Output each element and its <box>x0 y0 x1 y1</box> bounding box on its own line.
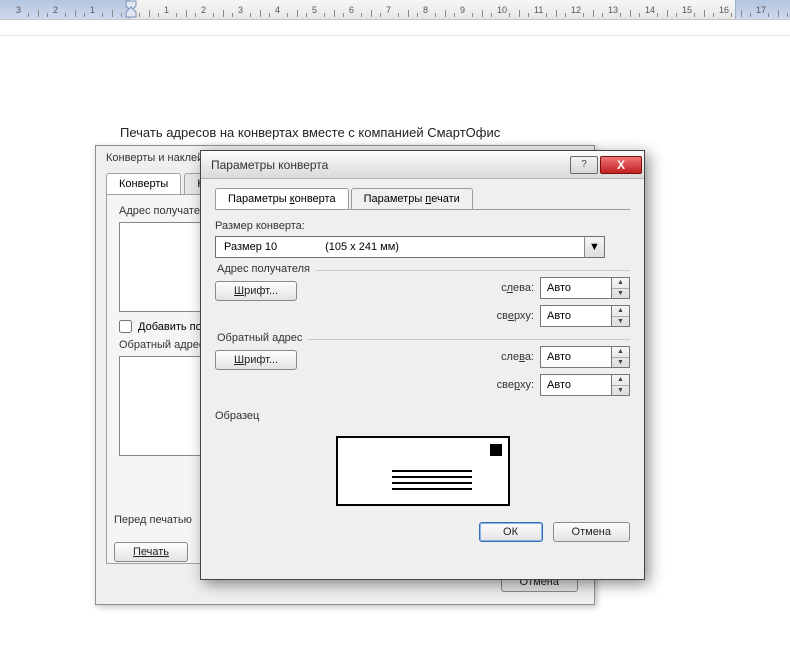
ruler-number: 14 <box>645 5 655 15</box>
before-print-label: Перед печатью <box>114 514 192 526</box>
ruler-number: 4 <box>275 5 280 15</box>
stamp-icon <box>490 444 502 456</box>
envelope-size-value: Размер 10 <box>216 241 285 253</box>
recipient-top-value: Авто <box>540 305 612 327</box>
ruler-number: 11 <box>534 5 543 15</box>
recipient-top-spinner[interactable]: Авто ▲▼ <box>540 305 630 327</box>
ruler-number: 1 <box>164 5 169 15</box>
envelope-preview <box>336 436 510 506</box>
spinner-up-icon[interactable]: ▲ <box>612 347 629 358</box>
spinner-up-icon[interactable]: ▲ <box>612 278 629 289</box>
ruler-number: 17 <box>756 5 766 15</box>
ruler-number: 3 <box>16 5 21 15</box>
return-top-value: Авто <box>540 374 612 396</box>
envelope-size-select[interactable]: Размер 10 (105 х 241 мм) ▼ <box>215 236 605 258</box>
tab-envelope-options[interactable]: Параметры конверта <box>215 188 349 210</box>
recipient-group-label: Адрес получателя <box>215 263 316 275</box>
close-button[interactable]: X <box>600 156 642 174</box>
document-strip <box>0 20 790 36</box>
spinner-up-icon[interactable]: ▲ <box>612 306 629 317</box>
spinner-down-icon[interactable]: ▼ <box>612 386 629 396</box>
ruler-number: 2 <box>53 5 58 15</box>
titlebar[interactable]: Параметры конверта ? X <box>201 151 644 179</box>
recipient-font-button[interactable]: Шрифт... <box>215 281 297 301</box>
envelope-size-dim: (105 х 241 мм) <box>285 241 584 253</box>
dropdown-arrow-icon: ▼ <box>584 237 604 257</box>
help-button[interactable]: ? <box>570 156 598 174</box>
ruler-number: 9 <box>460 5 465 15</box>
ruler-number: 3 <box>238 5 243 15</box>
ruler-number: 15 <box>682 5 692 15</box>
tab-printing-options[interactable]: Параметры печати <box>351 188 473 210</box>
ruler-number: 10 <box>497 5 507 15</box>
ruler-number: 2 <box>201 5 206 15</box>
spinner-down-icon[interactable]: ▼ <box>612 289 629 299</box>
ruler-number: 7 <box>386 5 391 15</box>
tab-envelopes[interactable]: Конверты <box>106 173 181 195</box>
spinner-down-icon[interactable]: ▼ <box>612 358 629 368</box>
ok-button[interactable]: ОК <box>479 522 543 542</box>
return-top-spinner[interactable]: Авто ▲▼ <box>540 374 630 396</box>
envelope-size-label: Размер конверта: <box>215 220 630 232</box>
envelope-options-dialog: Параметры конверта ? X Параметры конверт… <box>200 150 645 580</box>
preview-label: Образец <box>215 410 630 422</box>
ruler-number: 5 <box>312 5 317 15</box>
cancel-button[interactable]: Отмена <box>553 522 630 542</box>
return-group-label: Обратный адрес <box>215 332 308 344</box>
horizontal-ruler[interactable]: // ticks drawn after data load below 321… <box>0 0 790 20</box>
recipient-left-spinner[interactable]: Авто ▲▼ <box>540 277 630 299</box>
ruler-number: 8 <box>423 5 428 15</box>
document-heading: Печать адресов на конвертах вместе с ком… <box>120 125 500 140</box>
return-font-button[interactable]: Шрифт... <box>215 350 297 370</box>
dialog-title: Параметры конверта <box>211 158 568 172</box>
add-postage-checkbox[interactable] <box>119 320 132 333</box>
ruler-number: 6 <box>349 5 354 15</box>
return-left-spinner[interactable]: Авто ▲▼ <box>540 346 630 368</box>
ruler-number: 12 <box>571 5 581 15</box>
address-lines-icon <box>392 470 472 494</box>
ruler-number: 16 <box>719 5 729 15</box>
return-left-value: Авто <box>540 346 612 368</box>
indent-marker[interactable] <box>125 0 137 18</box>
ruler-number: 1 <box>90 5 95 15</box>
spinner-up-icon[interactable]: ▲ <box>612 375 629 386</box>
ruler-number: 13 <box>608 5 618 15</box>
spinner-down-icon[interactable]: ▼ <box>612 317 629 327</box>
print-button[interactable]: Печать <box>114 542 188 562</box>
recipient-left-value: Авто <box>540 277 612 299</box>
print-button-label: Печать <box>133 546 169 558</box>
